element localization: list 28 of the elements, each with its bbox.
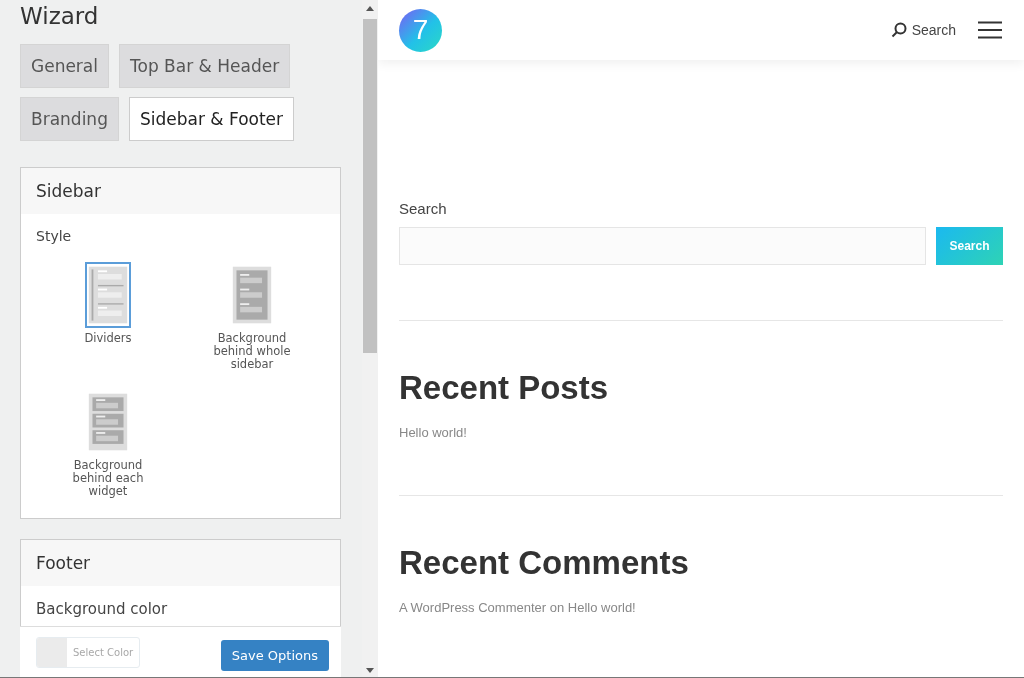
layout-thumbnail-icon[interactable] bbox=[85, 262, 131, 328]
menu-icon[interactable] bbox=[978, 21, 1002, 39]
scroll-up-icon[interactable] bbox=[366, 6, 374, 11]
header-search-link[interactable]: Search bbox=[890, 22, 956, 38]
tab[interactable]: General bbox=[20, 44, 109, 88]
style-label: Style bbox=[36, 228, 73, 244]
color-picker[interactable]: Select Color bbox=[36, 636, 141, 668]
background-color-label: Background color bbox=[36, 600, 169, 618]
wizard-title: Wizard bbox=[20, 2, 100, 30]
option-label: Background behind whole sidebar bbox=[212, 332, 292, 371]
widget-heading: Recent Posts bbox=[399, 369, 610, 407]
search-field[interactable] bbox=[399, 227, 926, 265]
search-button[interactable]: Search bbox=[936, 227, 1003, 265]
option-label: Dividers bbox=[83, 332, 133, 345]
card-title: Footer bbox=[21, 540, 340, 586]
search-icon bbox=[890, 22, 907, 38]
save-button[interactable]: Save Options bbox=[220, 639, 329, 671]
site-logo[interactable]: 7 bbox=[399, 8, 442, 52]
widget-title: Search bbox=[399, 200, 448, 217]
scroll-down-icon[interactable] bbox=[366, 668, 374, 673]
tab[interactable]: Branding bbox=[20, 97, 119, 141]
tab[interactable]: Top Bar & Header bbox=[119, 44, 291, 88]
post-link[interactable]: Hello world! bbox=[399, 425, 1003, 440]
comment-link[interactable]: A WordPress Commenter on Hello world! bbox=[399, 600, 1003, 615]
card-title: Sidebar bbox=[21, 168, 340, 214]
tab[interactable]: Sidebar & Footer bbox=[128, 97, 295, 141]
widget-heading: Recent Comments bbox=[399, 544, 690, 582]
option-label: Background behind each widget bbox=[71, 459, 145, 498]
